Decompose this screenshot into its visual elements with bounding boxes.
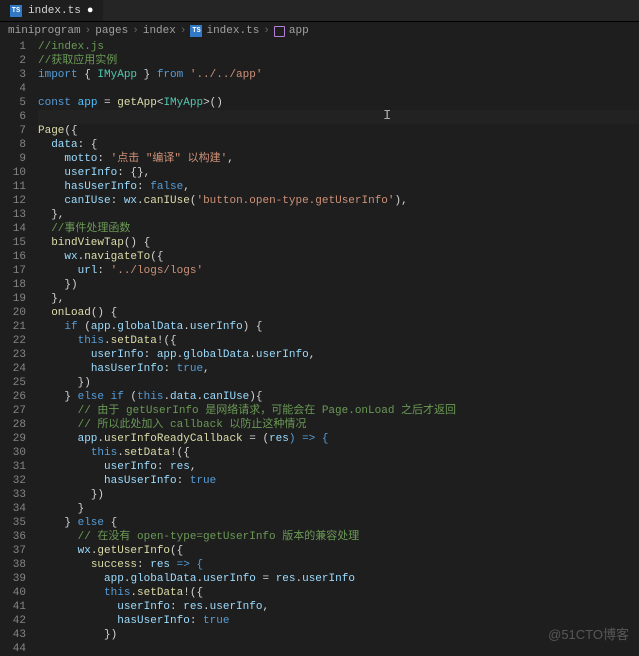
tab-label: index.ts xyxy=(28,5,81,17)
chevron-right-icon: › xyxy=(132,25,139,37)
watermark-text: @51CTO博客 xyxy=(548,624,629,643)
code-content[interactable]: //index.js //获取应用实例 import { IMyApp } fr… xyxy=(38,40,639,649)
breadcrumb-seg[interactable]: miniprogram xyxy=(8,25,81,37)
breadcrumb-seg[interactable]: index xyxy=(143,25,176,37)
tab-bar: TS index.ts ● xyxy=(0,0,639,22)
tab-index-ts[interactable]: TS index.ts ● xyxy=(0,0,103,21)
breadcrumb-seg[interactable]: pages xyxy=(95,25,128,37)
breadcrumb[interactable]: miniprogram › pages › index › TS index.t… xyxy=(0,22,639,40)
text-cursor-icon: I xyxy=(383,109,391,123)
breadcrumb-seg[interactable]: app xyxy=(289,25,309,37)
line-number-gutter: 1234567891011121314151617181920212223242… xyxy=(0,40,38,649)
chevron-right-icon: › xyxy=(180,25,187,37)
typescript-icon: TS xyxy=(10,5,22,17)
chevron-right-icon: › xyxy=(263,25,270,37)
unsaved-indicator-icon: ● xyxy=(87,5,94,17)
typescript-icon: TS xyxy=(190,25,202,37)
code-editor[interactable]: 1234567891011121314151617181920212223242… xyxy=(0,40,639,649)
chevron-right-icon: › xyxy=(85,25,92,37)
breadcrumb-seg[interactable]: index.ts xyxy=(206,25,259,37)
symbol-module-icon xyxy=(274,26,285,37)
